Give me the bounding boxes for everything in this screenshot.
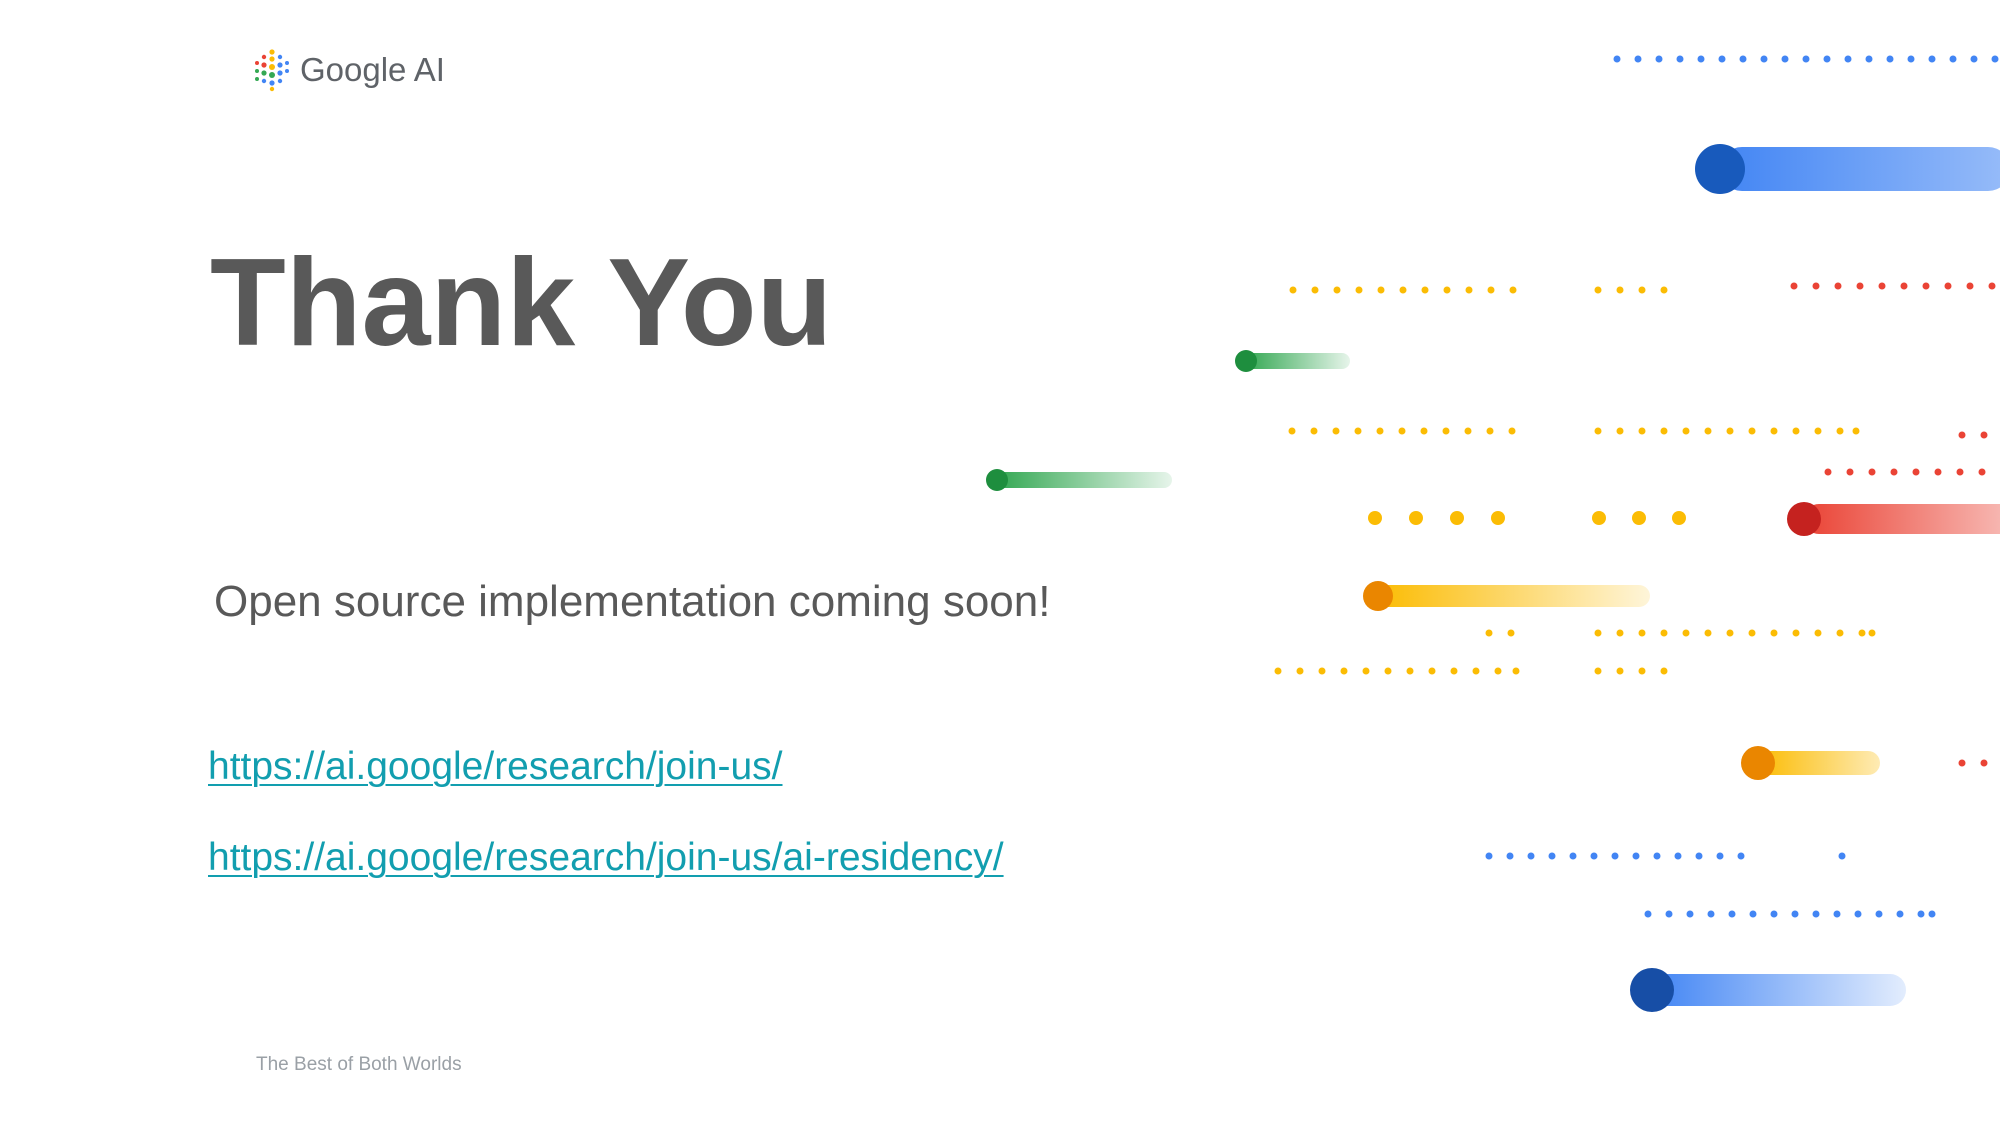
- ai-residency-link[interactable]: https://ai.google/research/join-us/ai-re…: [208, 833, 1004, 883]
- dot-row-yellow-4: [1274, 667, 1668, 675]
- dot-row-yellow-1: [1289, 286, 1668, 294]
- dot-row-red-3: [1958, 759, 1988, 767]
- streak-yellow-short: [1741, 746, 1880, 780]
- slide-footer: The Best of Both Worlds: [256, 1054, 462, 1075]
- streak-blue-bottom: [1630, 968, 1906, 1012]
- dot-row-yellow-3: [1485, 629, 1876, 637]
- dot-row-yellow-2: [1288, 427, 1860, 435]
- streak-red: [1787, 502, 2000, 536]
- join-us-link[interactable]: https://ai.google/research/join-us/: [208, 742, 783, 792]
- dot-row-yellow-large: [1368, 511, 1686, 525]
- decorative-dot-streaks: [986, 55, 2000, 1012]
- slide-subtitle: Open source implementation coming soon!: [214, 577, 1051, 626]
- streak-green-medium: [986, 469, 1172, 491]
- google-ai-logo: Google AI: [252, 46, 445, 94]
- streak-blue-top: [1695, 144, 2000, 194]
- dot-row-blue-top: [1613, 55, 1999, 63]
- dot-row-red-2: [1824, 431, 1988, 476]
- google-ai-dots-icon: [255, 49, 289, 92]
- logo-text: Google AI: [300, 51, 445, 88]
- streak-green-small: [1235, 350, 1350, 372]
- slide-title: Thank You: [210, 234, 833, 372]
- streak-yellow-long: [1363, 581, 1650, 611]
- slide: Google AI Thank You Open source implemen…: [0, 0, 2000, 1125]
- dot-row-blue-2: [1644, 910, 1936, 918]
- dot-row-blue-1: [1485, 852, 1846, 860]
- dot-row-red-1: [1790, 282, 1996, 290]
